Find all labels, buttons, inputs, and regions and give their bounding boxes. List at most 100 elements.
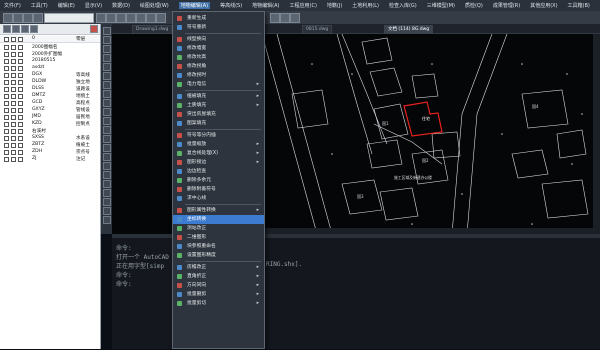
print-icon[interactable]: [33, 13, 43, 23]
draw-tool-icon[interactable]: [103, 180, 111, 188]
draw-tool-icon[interactable]: [103, 135, 111, 143]
layer-freeze-icon[interactable]: [11, 150, 16, 155]
menu-item[interactable]: 土地利用(L): [352, 2, 379, 9]
layer-lock-icon[interactable]: [18, 66, 23, 71]
layer-on-icon[interactable]: [4, 157, 9, 162]
dropdown-menu-item[interactable]: 块参照重命名: [173, 242, 264, 251]
measure-icon[interactable]: [280, 13, 290, 23]
tab-0815[interactable]: 0815.dwg: [302, 25, 333, 34]
draw-tool-icon[interactable]: [103, 81, 111, 89]
draw-tool-icon[interactable]: [103, 144, 111, 152]
dropdown-menu-item[interactable]: 求中心线: [173, 194, 264, 203]
layer-on-icon[interactable]: [4, 108, 9, 113]
properties-icon[interactable]: [146, 13, 156, 23]
vertical-scrollbar[interactable]: [593, 34, 600, 234]
layer-row[interactable]: 20180515: [0, 58, 100, 64]
zoom-icon[interactable]: [126, 13, 136, 23]
dropdown-menu-item[interactable]: 图形属性转换 ▸: [173, 206, 264, 215]
draw-tool-icon[interactable]: [103, 63, 111, 71]
dropdown-menu-item[interactable]: 修改墙宽: [173, 44, 264, 53]
layer-row[interactable]: 右溪村: [0, 128, 100, 134]
layer-row[interactable]: KZD 控制点: [0, 121, 100, 127]
menu-item[interactable]: 工程应用(C): [290, 2, 317, 9]
dropdown-menu-item[interactable]: 线型换向: [173, 35, 264, 44]
layer-on-icon[interactable]: [4, 87, 9, 92]
layer-on-icon[interactable]: [4, 37, 9, 42]
layer-lock-icon[interactable]: [18, 52, 23, 57]
draw-tool-icon[interactable]: [103, 189, 111, 197]
layer-lock-icon[interactable]: [18, 115, 23, 120]
layer-row[interactable]: ZJ 注记: [0, 156, 100, 162]
draw-tool-icon[interactable]: [103, 54, 111, 62]
layer-lock-icon[interactable]: [18, 37, 23, 42]
undo-icon[interactable]: [96, 13, 106, 23]
layer-row[interactable]: ZBTZ 植被土: [0, 142, 100, 148]
draw-tool-icon[interactable]: [103, 171, 111, 179]
dropdown-menu-item[interactable]: 删除多余元: [173, 176, 264, 185]
dropdown-menu-item[interactable]: 重新生成: [173, 14, 264, 23]
dropdown-menu-item[interactable]: 批量删剪 ▸: [173, 290, 264, 299]
draw-tool-icon[interactable]: [103, 162, 111, 170]
layer-row[interactable]: JMD 居民地: [0, 114, 100, 120]
zoom-window-icon[interactable]: [136, 13, 146, 23]
layer-freeze-icon[interactable]: [11, 115, 16, 120]
query-icon[interactable]: [290, 13, 300, 23]
menu-item[interactable]: 地物编辑(A): [178, 2, 211, 9]
draw-tool-icon[interactable]: [103, 45, 111, 53]
menu-item[interactable]: 工具箱(B): [568, 2, 590, 9]
layer-lock-icon[interactable]: [18, 73, 23, 78]
layer-freeze-icon[interactable]: [11, 37, 16, 42]
dropdown-menu-item[interactable]: 图案填充: [173, 119, 264, 128]
layer-row[interactable]: DLSS 道路设: [0, 86, 100, 92]
dropdown-menu-item[interactable]: 图形接边 ▸: [173, 158, 264, 167]
dropdown-menu-item[interactable]: 批量剪切 ▸: [173, 299, 264, 308]
dropdown-menu-item[interactable]: 土质填充 ▸: [173, 101, 264, 110]
layer-freeze-icon[interactable]: [11, 143, 16, 148]
layer-lock-icon[interactable]: [18, 136, 23, 141]
layer-row[interactable]: DGX 等高线: [0, 72, 100, 78]
dropdown-menu-item[interactable]: 突出房屋填充: [173, 110, 264, 119]
layer-lock-icon[interactable]: [18, 157, 23, 162]
dropdown-menu-item[interactable]: 测站改正: [173, 224, 264, 233]
layer-lock-icon[interactable]: [18, 94, 23, 99]
pan-icon[interactable]: [116, 13, 126, 23]
new-icon[interactable]: [3, 13, 13, 23]
dropdown-menu-item[interactable]: 二维图形: [173, 233, 264, 242]
close-icon[interactable]: [90, 25, 98, 33]
open-icon[interactable]: [13, 13, 23, 23]
menu-item[interactable]: 其他应用(X): [530, 2, 557, 9]
layer-freeze-icon[interactable]: [11, 94, 16, 99]
layer-freeze-icon[interactable]: [11, 52, 16, 57]
menu-item[interactable]: 文件(F): [4, 2, 21, 9]
menu-item[interactable]: 等高线(S): [220, 2, 242, 9]
layer-row[interactable]: 2000外扩图幅: [0, 51, 100, 57]
layer-on-icon[interactable]: [4, 150, 9, 155]
menu-item[interactable]: 数据(D): [112, 2, 130, 9]
layer-lock-icon[interactable]: [18, 108, 23, 113]
layer-row[interactable]: DMTZ 地貌土: [0, 93, 100, 99]
layer-row[interactable]: GCD 高程点: [0, 100, 100, 106]
menu-item[interactable]: 显示(V): [85, 2, 102, 9]
draw-tool-icon[interactable]: [103, 153, 111, 161]
menu-item[interactable]: 绘图处理(W): [140, 2, 169, 9]
draw-tool-icon[interactable]: [103, 27, 111, 35]
dropdown-menu-item[interactable]: 删除附着符号: [173, 185, 264, 194]
draw-tool-icon[interactable]: [103, 99, 111, 107]
layer-freeze-icon[interactable]: [11, 87, 16, 92]
layer-on-icon[interactable]: [4, 129, 9, 134]
layer-freeze-icon[interactable]: [11, 157, 16, 162]
layer-on-icon[interactable]: [4, 73, 9, 78]
dropdown-menu-item[interactable]: 复合线处理(X) ▸: [173, 149, 264, 158]
layer-row-current[interactable]: 0 零层: [0, 36, 100, 43]
match-icon[interactable]: [270, 13, 280, 23]
menu-item[interactable]: 三维模型(M): [427, 2, 455, 9]
layer-row[interactable]: GXYZ 管线设: [0, 107, 100, 113]
layer-freeze-icon[interactable]: [11, 136, 16, 141]
current-layer-icon[interactable]: [21, 25, 29, 33]
layer-freeze-icon[interactable]: [11, 122, 16, 127]
layer-freeze-icon[interactable]: [11, 66, 16, 71]
draw-tool-icon[interactable]: [103, 108, 111, 116]
layer-row[interactable]: DLDW 独立地: [0, 79, 100, 85]
layer-row[interactable]: 2000图幅名: [0, 44, 100, 50]
menu-item[interactable]: 检查入库(G): [389, 2, 417, 9]
